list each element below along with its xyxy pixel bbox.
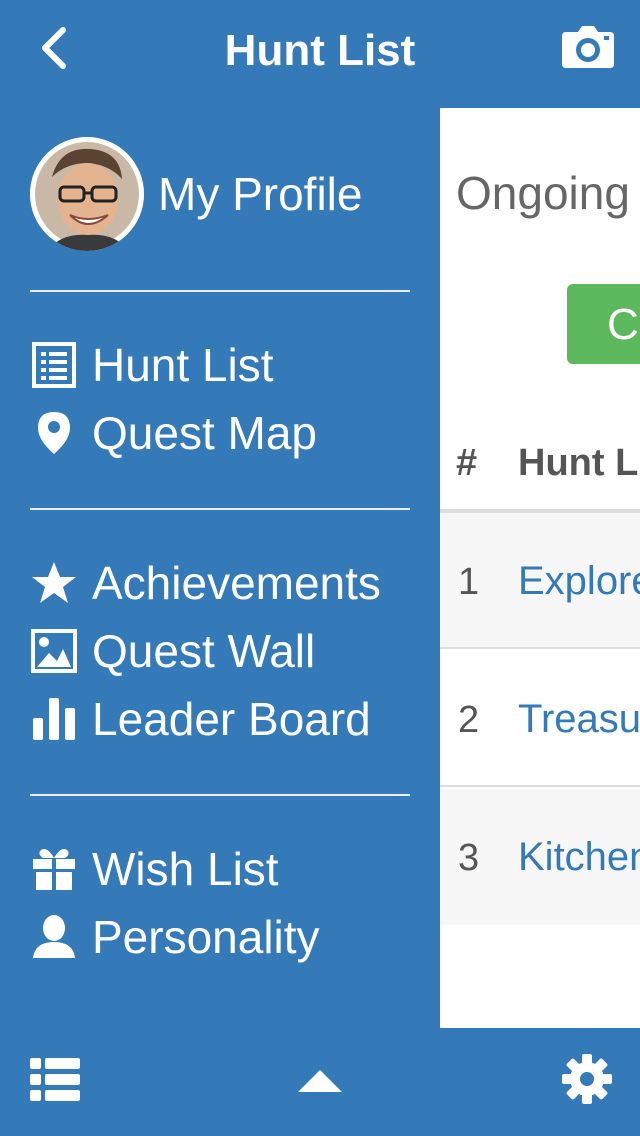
row-number: 3: [458, 837, 480, 879]
sidebar-item-label: Achievements: [92, 557, 381, 609]
column-header-number: #: [456, 442, 478, 484]
list-view-button[interactable]: [30, 1056, 80, 1104]
sidebar-item-label: Quest Wall: [92, 625, 316, 677]
avatar: [30, 137, 144, 251]
main-panel: Ongoing C # Hunt L 1 Explore 2 Treasur 3…: [440, 108, 640, 1028]
profile-label: My Profile: [158, 168, 363, 220]
sidebar-item-wish-list[interactable]: Wish List: [30, 836, 430, 902]
triangle-up-icon: [298, 1070, 342, 1092]
bar-chart-icon: [30, 695, 78, 743]
sidebar-item-quest-wall[interactable]: Quest Wall: [30, 618, 430, 684]
page-title: Hunt List: [224, 26, 416, 75]
sidebar-item-quest-map[interactable]: Quest Map: [30, 400, 430, 466]
settings-button[interactable]: [560, 1052, 614, 1106]
section-title: Ongoing: [456, 167, 630, 219]
sidebar-item-label: Hunt List: [92, 339, 274, 391]
profile-link[interactable]: My Profile: [30, 136, 410, 252]
hunt-link[interactable]: Explore: [518, 559, 640, 604]
row-number: 1: [458, 561, 480, 603]
table-row[interactable]: 2 Treasur: [440, 651, 640, 787]
sidebar-item-personality[interactable]: Personality: [30, 904, 430, 970]
gift-icon: [30, 845, 78, 893]
camera-icon: [562, 26, 614, 68]
sidebar-item-label: Wish List: [92, 843, 279, 895]
star-icon: [30, 559, 78, 607]
top-bar: Hunt List: [0, 0, 640, 108]
sidebar-item-achievements[interactable]: Achievements: [30, 550, 430, 616]
list-icon: [30, 341, 78, 389]
create-button[interactable]: C: [567, 284, 640, 364]
table-row[interactable]: 1 Explore: [440, 513, 640, 649]
sidebar-item-label: Quest Map: [92, 407, 317, 459]
sidebar-item-hunt-list[interactable]: Hunt List: [30, 332, 430, 398]
picture-icon: [30, 627, 78, 675]
sidebar-item-label: Leader Board: [92, 693, 371, 745]
bottom-toolbar: [0, 1028, 640, 1136]
list-view-icon: [30, 1058, 80, 1101]
collapse-button[interactable]: [296, 1066, 344, 1096]
divider: [30, 508, 410, 510]
hunt-link[interactable]: Treasur: [518, 697, 640, 742]
user-icon: [30, 913, 78, 961]
row-number: 2: [458, 699, 480, 741]
sidebar-menu: My Profile Hunt List Quest Map Achieveme…: [0, 108, 440, 1028]
map-pin-icon: [30, 409, 78, 457]
gear-icon: [562, 1054, 612, 1104]
divider: [30, 290, 410, 292]
hunt-link[interactable]: Kitchen: [518, 835, 640, 880]
camera-button[interactable]: [560, 24, 616, 72]
table-row[interactable]: 3 Kitchen: [440, 789, 640, 925]
sidebar-item-leader-board[interactable]: Leader Board: [30, 686, 430, 752]
column-header-hunt-list[interactable]: Hunt L: [518, 442, 638, 485]
sidebar-item-label: Personality: [92, 911, 320, 963]
divider: [30, 794, 410, 796]
